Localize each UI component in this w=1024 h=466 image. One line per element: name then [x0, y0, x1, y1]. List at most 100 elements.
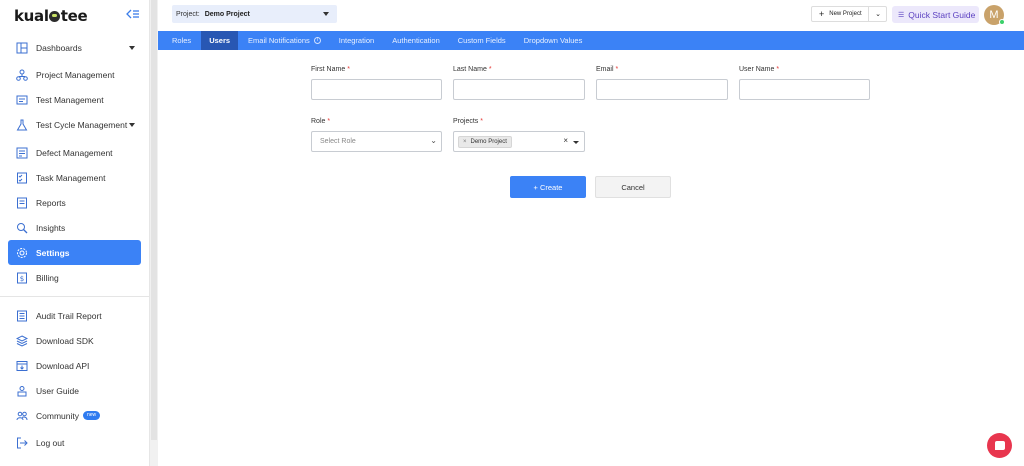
defect-icon	[16, 147, 28, 159]
logo-row: kual tee	[14, 7, 142, 27]
collapse-sidebar-icon[interactable]	[126, 8, 142, 22]
online-status-dot	[999, 19, 1005, 25]
sidebar-item-insights[interactable]: Insights	[8, 215, 141, 240]
kualitee-logo[interactable]: kual tee	[14, 7, 88, 25]
gear-icon	[16, 247, 28, 259]
sidebar-item-label: Task Management	[36, 172, 106, 183]
svg-text:$: $	[20, 275, 24, 283]
project-select[interactable]: Project: Demo Project	[172, 5, 337, 23]
sidebar-item-community[interactable]: Community new	[8, 403, 141, 428]
tab-roles[interactable]: Roles	[164, 31, 199, 50]
sidebar-item-task-management[interactable]: Task Management	[8, 165, 141, 190]
sidebar-item-download-api[interactable]: Download API	[8, 353, 141, 378]
tab-authentication[interactable]: Authentication	[384, 31, 448, 50]
sidebar-item-audit-trail-report[interactable]: Audit Trail Report	[8, 303, 141, 328]
tab-label: Authentication	[392, 36, 440, 45]
sidebar-item-label: Reports	[36, 197, 66, 208]
sidebar-item-test-management[interactable]: Test Management	[8, 87, 141, 112]
cancel-button-label: Cancel	[621, 182, 645, 192]
sidebar-divider	[0, 296, 149, 297]
clear-selection-icon[interactable]: ×	[563, 136, 568, 145]
sidebar-item-label: Test Management	[36, 94, 104, 105]
tab-users[interactable]: Users	[201, 31, 239, 50]
create-button-label: + Create	[533, 182, 563, 192]
cancel-button[interactable]: Cancel	[595, 176, 671, 198]
sidebar-item-test-cycle-management[interactable]: Test Cycle Management	[8, 112, 141, 137]
checklist-icon: ☰	[898, 11, 905, 19]
tab-integration[interactable]: Integration	[331, 31, 382, 50]
caret-down-icon[interactable]	[573, 141, 579, 144]
tab-email-notifications[interactable]: Email Notifications i	[240, 31, 329, 50]
test-icon	[16, 94, 28, 106]
sidebar-item-label: Community	[36, 410, 79, 421]
sidebar-item-reports[interactable]: Reports	[8, 190, 141, 215]
logo-owl-icon	[49, 11, 61, 22]
sidebar-item-label: Log out	[36, 437, 65, 448]
dashboard-icon	[16, 42, 28, 54]
reports-icon	[16, 197, 28, 209]
sidebar-item-download-sdk[interactable]: Download SDK	[8, 328, 141, 353]
sidebar-item-dashboards[interactable]: Dashboards	[8, 35, 141, 60]
tab-dropdown-values[interactable]: Dropdown Values	[516, 31, 591, 50]
insights-icon	[16, 222, 28, 234]
project-select-label: Project:	[176, 10, 200, 18]
plus-icon: +	[819, 9, 825, 19]
logout-icon	[16, 437, 28, 449]
last-name-input[interactable]	[453, 79, 585, 100]
create-button[interactable]: + Create	[510, 176, 586, 198]
sidebar-item-label: User Guide	[36, 385, 79, 396]
button-separator	[868, 7, 869, 21]
role-select[interactable]: Select Role ⌄	[311, 131, 442, 152]
new-badge: new	[82, 411, 101, 420]
sidebar: kual tee Dashboards Project Management Te…	[0, 0, 150, 466]
tab-label: Email Notifications	[248, 36, 310, 45]
sidebar-item-defect-management[interactable]: Defect Management	[8, 140, 141, 165]
sidebar-nav: Dashboards Project Management Test Manag…	[0, 35, 149, 455]
email-input[interactable]	[596, 79, 728, 100]
avatar-initial: M	[989, 9, 999, 21]
sidebar-item-label: Download SDK	[36, 335, 94, 346]
project-chip-label: Demo Project	[470, 138, 507, 145]
chevron-down-icon[interactable]: ⌄	[875, 10, 881, 18]
project-icon	[16, 69, 28, 81]
new-project-label: New Project	[829, 11, 862, 17]
sdk-icon	[16, 334, 28, 347]
new-project-button[interactable]: + New Project ⌄	[811, 6, 887, 22]
quick-start-label: Quick Start Guide	[908, 9, 976, 20]
sidebar-item-log-out[interactable]: Log out	[8, 430, 141, 455]
top-header: Project: Demo Project + New Project ⌄ ☰ …	[158, 0, 1024, 31]
chat-support-button[interactable]	[987, 433, 1012, 458]
role-label: Role *	[311, 118, 331, 125]
scrollbar-thumb[interactable]	[151, 0, 157, 440]
quick-start-guide-button[interactable]: ☰ Quick Start Guide	[892, 6, 979, 23]
email-label: Email *	[596, 66, 619, 73]
tab-label: Users	[209, 36, 231, 45]
first-name-input[interactable]	[311, 79, 442, 100]
sidebar-item-label: Defect Management	[36, 147, 113, 158]
billing-icon: $	[16, 272, 28, 284]
user-name-input[interactable]	[739, 79, 870, 100]
user-name-label: User Name *	[739, 66, 780, 73]
projects-multiselect[interactable]: × Demo Project ×	[453, 131, 585, 152]
info-icon[interactable]: i	[313, 37, 321, 44]
task-icon	[16, 172, 28, 184]
user-avatar[interactable]: M	[984, 5, 1005, 25]
tab-label: Custom Fields	[457, 36, 506, 45]
last-name-label: Last Name *	[453, 66, 492, 73]
audit-icon	[16, 310, 28, 322]
tab-custom-fields[interactable]: Custom Fields	[450, 31, 514, 50]
sidebar-item-project-management[interactable]: Project Management	[8, 62, 141, 87]
community-icon	[16, 410, 28, 422]
remove-chip-icon[interactable]: ×	[463, 139, 467, 145]
project-select-value: Demo Project	[204, 10, 250, 18]
api-icon	[16, 360, 28, 372]
tab-label: Roles	[172, 36, 192, 45]
sidebar-scrollbar[interactable]	[150, 0, 158, 466]
sidebar-item-label: Dashboards	[36, 42, 82, 53]
tab-label: Integration	[338, 36, 375, 45]
sidebar-item-label: Test Cycle Management	[36, 119, 128, 130]
sidebar-item-billing[interactable]: $ Billing	[8, 265, 141, 290]
sidebar-item-settings[interactable]: Settings	[8, 240, 141, 265]
sidebar-item-user-guide[interactable]: User Guide	[8, 378, 141, 403]
sidebar-item-label: Download API	[36, 360, 90, 371]
